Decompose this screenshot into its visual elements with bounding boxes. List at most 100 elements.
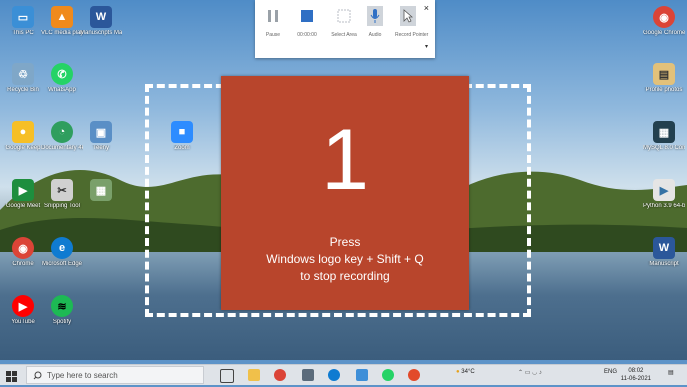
desktop-icon-spotify[interactable]: ≋ Spotify [41,295,83,326]
audio-toggle[interactable]: Audio [362,6,388,38]
countdown-instructions: Press Windows logo key + Shift + Q to st… [221,234,469,285]
desktop-icon-google-chrome[interactable]: ◉ Google Chrome [643,6,685,37]
task-view-icon[interactable] [220,369,234,383]
close-icon[interactable]: × [424,3,429,13]
desktop-icon-label: Google Keep [5,145,41,151]
record-pointer-toggle[interactable]: Record Pointer [395,6,429,38]
desktop-icon-label: Profile photos [645,87,683,93]
taskbar-search-box[interactable]: Type here to search [26,366,204,384]
desktop-icon-label: Recycle Bin [7,87,39,93]
youtube-icon: ▶ [12,295,34,317]
desktop-icon-label: Manuscript [649,261,679,267]
desktop-icon-manuscript[interactable]: W Manuscript [643,237,685,268]
recorder-toolbar: Pause 00:00:00 Select Area Audio Record … [255,0,435,58]
desktop-icon-label: This PC [12,30,34,36]
word-document-icon: W [653,237,675,259]
desktop-icon-edge[interactable]: e Microsoft Edge [41,237,83,268]
desktop-icon-teeny[interactable]: ▣ Teeny [80,121,122,152]
desktop-icon-label: Spotify [52,319,72,325]
select-area-label: Select Area [331,32,357,38]
pause-label: Pause [265,32,281,38]
desktop-icon-label: Google Chrome [643,30,685,36]
windows-start-button[interactable] [6,369,17,387]
chrome-icon: ◉ [12,237,34,259]
chevron-down-icon[interactable]: ▾ [425,43,428,50]
chrome-icon: ◉ [653,6,675,28]
desktop-icon-label: MySQL 8.0 Command... [643,145,685,151]
select-area-icon [336,6,352,26]
desktop-icon-documentary[interactable]: ◔ Documentary 4k Ravi (30) [41,121,83,152]
app-taskbar-icon[interactable] [356,369,368,381]
desktop-icon-label: Python 3.9 64-bit [643,203,685,209]
keep-bulb-icon: ● [12,121,34,143]
desktop-icon-label: WhatsApp [48,87,76,93]
media-app-taskbar-icon[interactable] [408,369,420,381]
spotify-icon: ≋ [51,295,73,317]
terminal-icon: ▦ [653,121,675,143]
tray-icons[interactable]: ⌃ ▭ ◡ ♪ [518,369,542,376]
instruction-line: Windows logo key + Shift + Q [266,252,424,266]
desktop-icon-label: Snipping Tool [44,203,80,209]
desktop-icon-mysql[interactable]: ▦ MySQL 8.0 Command... [643,121,685,152]
whatsapp-icon: ✆ [51,63,73,85]
edge-icon: e [51,237,73,259]
clock-time: 08:02 [628,368,644,374]
whatsapp-taskbar-icon[interactable] [382,369,394,381]
clock-date: 11-06-2021 [620,376,651,382]
timer-label: 00:00:00 [297,32,317,38]
python-icon: ▶ [653,179,675,201]
select-area-button[interactable]: Select Area [331,6,357,38]
desktop-icon-this-pc[interactable]: ▭ This PC [2,6,44,37]
vlc-cone-icon: ▲ [51,6,73,28]
weather-temperature: 34°C [461,369,475,375]
desktop-icon-google-meet[interactable]: ▶ Google Meet [2,179,44,210]
desktop-icon-recycle-bin[interactable]: ♲ Recycle Bin [2,63,44,94]
desktop-icon-google-keep[interactable]: ● Google Keep [2,121,44,152]
desktop-icon-profile-photos[interactable]: ▤ Profile photos [643,63,685,94]
desktop-icon-manuscripts[interactable]: W Manuscripts Marketing [80,6,122,37]
meet-camera-icon: ▶ [12,179,34,201]
desktop-icon-label: Google Meet [5,203,41,209]
instruction-line: to stop recording [300,269,390,283]
taskbar-clock[interactable]: 08:02 11-06-2021 [621,367,651,383]
word-document-icon: W [90,6,112,28]
sun-icon: ● [456,369,460,375]
desktop-icon-label: Microsoft Edge [41,261,83,267]
weather-widget[interactable]: ● 34°C [456,369,475,375]
folder-icon: ▤ [653,63,675,85]
language-indicator[interactable]: ENG [604,369,617,375]
computer-icon: ▭ [12,6,34,28]
desktop-icon-label: Manuscripts Marketing [80,30,122,36]
desktop-icon-chrome[interactable]: ◉ Chrome [2,237,44,268]
desktop-icon-picture[interactable]: ▦ [80,179,122,201]
recording-countdown: 1 Press Windows logo key + Shift + Q to … [221,76,469,310]
desktop-icon-label: Documentary 4k Ravi (30) [41,145,83,151]
folder-media-icon: ◔ [51,121,73,143]
desktop-icon-python[interactable]: ▶ Python 3.9 64-bit [643,179,685,210]
desktop-icon-snipping-tool[interactable]: ✂ Snipping Tool [41,179,83,210]
scissors-icon: ✂ [51,179,73,201]
pause-icon [265,6,281,26]
countdown-number: 1 [321,112,369,208]
notification-icon[interactable]: ▤ [668,369,674,376]
desktop-icon-whatsapp[interactable]: ✆ WhatsApp [41,63,83,94]
desktop-icon-youtube[interactable]: ▶ YouTube [2,295,44,326]
desktop-icon-label: YouTube [11,319,35,325]
stop-button[interactable]: 00:00:00 [294,6,320,38]
screen-icon: ▣ [90,121,112,143]
taskbar: Type here to search ● 34°C ⌃ ▭ ◡ ♪ ENG 0… [0,364,687,385]
search-placeholder: Type here to search [47,370,118,380]
pause-button[interactable]: Pause [260,6,286,38]
search-icon [33,371,42,379]
calculator-icon[interactable] [302,369,314,381]
microphone-icon [367,6,383,26]
desktop-icon-label: Chrome [12,261,34,267]
desktop-icon-label: VLC media player [41,30,83,36]
audio-label: Audio [368,32,382,38]
chrome-taskbar-icon[interactable] [274,369,286,381]
file-explorer-icon[interactable] [248,369,260,381]
cortana-icon[interactable] [328,369,340,381]
record-pointer-label: Record Pointer [395,32,429,38]
desktop-icon-vlc[interactable]: ▲ VLC media player [41,6,83,37]
stop-icon [299,6,315,26]
